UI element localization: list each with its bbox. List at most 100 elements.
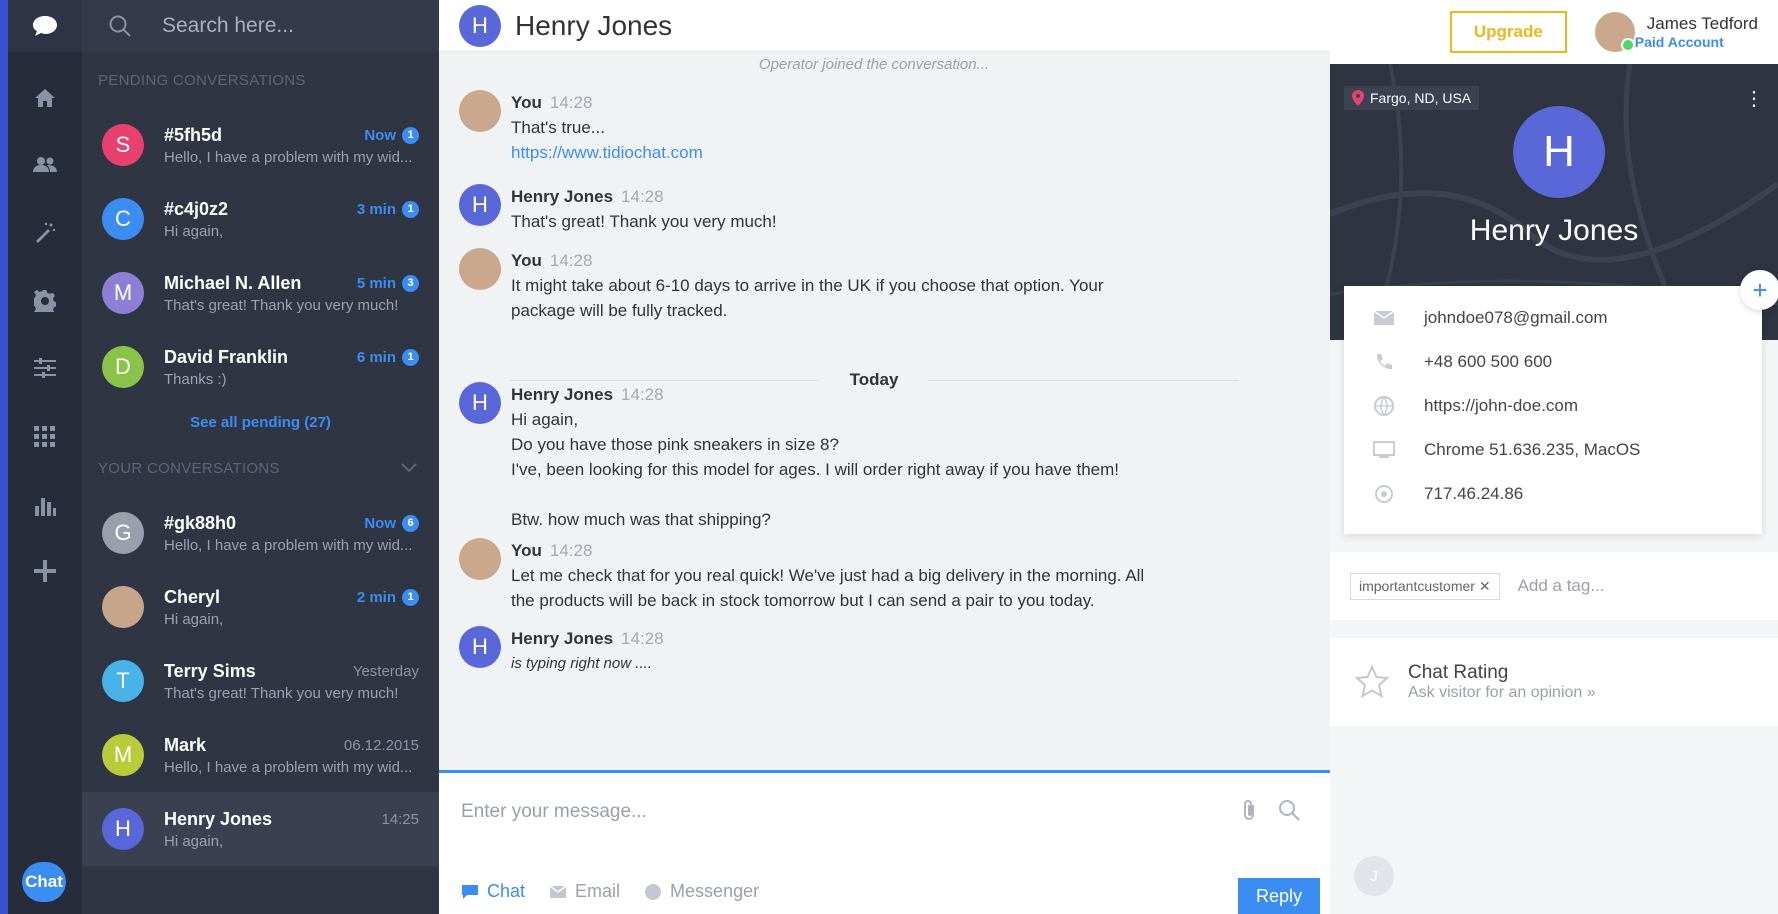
- account-menu[interactable]: James Tedford Paid Account: [1594, 12, 1758, 52]
- unread-count: 1: [402, 126, 419, 144]
- conversation-item[interactable]: S #5fh5d Now 1 Hello, I have a problem wi…: [82, 108, 439, 182]
- avatar-initial: M: [113, 280, 133, 305]
- conversation-preview: Hi again,: [164, 222, 224, 240]
- magic-wand-icon[interactable]: [8, 222, 82, 244]
- user-avatar: [1594, 12, 1635, 52]
- remove-tag-icon[interactable]: ✕: [1479, 578, 1491, 594]
- add-detail-button[interactable]: +: [1740, 270, 1778, 310]
- top-bar: Upgrade James Tedford Paid Account: [1330, 0, 1778, 64]
- conversation-avatar: M: [102, 272, 144, 314]
- message-line: I've, been looking for this model for ag…: [511, 460, 1119, 479]
- channel-switcher: Chat Email Messenger: [461, 881, 759, 902]
- add-icon[interactable]: [8, 560, 82, 582]
- unread-count: 1: [402, 588, 419, 606]
- conversation-preview: That's great! Thank you very much!: [164, 296, 399, 314]
- conversation-item[interactable]: T Terry Sims Yesterday That's great! Tha…: [82, 644, 439, 718]
- tag-chip[interactable]: importantcustomer ✕: [1350, 572, 1500, 600]
- message-time: 14:28: [549, 541, 593, 560]
- message-input[interactable]: Enter your message...: [461, 801, 647, 823]
- chat-bubble-icon: [462, 884, 478, 899]
- message-author: You: [511, 541, 542, 560]
- conversation-preview: Hi again,: [164, 832, 224, 850]
- avatar-initial: H: [472, 390, 488, 415]
- channel-email[interactable]: Email: [549, 881, 620, 902]
- apps-grid-icon[interactable]: [8, 426, 82, 448]
- chat-widget-badge[interactable]: Chat: [22, 862, 66, 902]
- conversation-time-wrap: 14:25: [381, 811, 419, 828]
- unread-count: 1: [402, 200, 419, 218]
- channel-messenger[interactable]: Messenger: [644, 881, 759, 902]
- message-line: That's true...: [511, 118, 605, 137]
- conversation-item[interactable]: D David Franklin 6 min 1 Thanks :): [82, 330, 439, 404]
- conversation-time: 06.12.2015: [343, 736, 419, 754]
- message-composer[interactable]: Enter your message... Chat Email Messeng…: [439, 770, 1330, 914]
- avatar-initial: D: [115, 354, 131, 379]
- detail-phone: +48 600 500 600: [1344, 340, 1762, 384]
- message-line: It might take about 6-10 days to arrive …: [511, 276, 1104, 295]
- chat-rating[interactable]: Chat Rating Ask visitor for an opinion »: [1330, 638, 1778, 726]
- home-icon[interactable]: [8, 88, 82, 108]
- see-all-pending-link[interactable]: See all pending (27): [82, 404, 439, 440]
- gear-icon[interactable]: [8, 290, 82, 312]
- chat-header: H Henry Jones: [439, 0, 1330, 52]
- globe-icon: [1372, 394, 1396, 418]
- message: You 14:28 Let me check that for you real …: [459, 538, 1144, 613]
- conversation-name: #5fh5d: [164, 124, 223, 145]
- chevron-down-icon[interactable]: [401, 463, 417, 473]
- date-divider: Today: [479, 370, 1269, 390]
- chat-rating-title: Chat Rating: [1408, 662, 1509, 683]
- detail-browser-value: Chrome 51.636.235, MacOS: [1424, 440, 1641, 459]
- conversation-time: 6 min: [356, 348, 396, 366]
- channel-chat[interactable]: Chat: [461, 881, 525, 902]
- agent-avatar: [459, 538, 501, 580]
- conversation-avatar: G: [102, 512, 144, 554]
- tag-label: importantcustomer: [1359, 577, 1475, 594]
- conversation-item[interactable]: H Henry Jones 14:25 Hi again,: [82, 792, 439, 866]
- ask-opinion-link[interactable]: Ask visitor for an opinion »: [1408, 684, 1596, 702]
- avatar-initial: H: [472, 192, 488, 217]
- visitor-name: Henry Jones: [1469, 214, 1639, 247]
- chat-logo-icon[interactable]: [8, 0, 82, 52]
- conversation-item[interactable]: M Mark 06.12.2015 Hello, I have a proble…: [82, 718, 439, 792]
- sliders-icon[interactable]: [8, 358, 82, 378]
- conversation-item[interactable]: Cheryl 2 min 1 Hi again,: [82, 570, 439, 644]
- conversation-item[interactable]: M Michael N. Allen 5 min 3 That's great! …: [82, 256, 439, 330]
- message-line: Btw. how much was that shipping?: [511, 510, 771, 529]
- paperclip-icon[interactable]: [1242, 799, 1256, 821]
- search-icon: [109, 15, 131, 37]
- message-link[interactable]: https://www.tidiochat.com: [511, 140, 703, 165]
- chat-panel: H Henry Jones Operator joined the conver…: [439, 0, 1330, 914]
- conversation-item[interactable]: C #c4j0z2 3 min 1 Hi again,: [82, 182, 439, 256]
- envelope-icon: [549, 884, 567, 898]
- conversation-name: #c4j0z2: [164, 198, 229, 219]
- conversation-avatar: M: [102, 734, 144, 776]
- reply-button[interactable]: Reply: [1238, 878, 1320, 914]
- visitor-details-card: + johndoe078@gmail.com +48 600 500 600 h…: [1344, 270, 1778, 534]
- upgrade-button[interactable]: Upgrade: [1449, 11, 1567, 53]
- search-bar[interactable]: Search here...: [82, 0, 439, 52]
- users-icon[interactable]: [8, 156, 82, 172]
- conversation-time: Yesterday: [352, 662, 419, 680]
- search-input[interactable]: Search here...: [162, 14, 294, 38]
- user-name: James Tedford: [1646, 14, 1758, 33]
- channel-messenger-label: Messenger: [670, 881, 760, 901]
- visitor-avatar-small: H: [459, 184, 501, 226]
- your-conversations-header[interactable]: YOUR CONVERSATIONS: [82, 440, 439, 496]
- channel-email-label: Email: [575, 881, 621, 901]
- message: H Henry Jones 14:28 That's great! Thank y…: [459, 184, 777, 234]
- message-line: the products will be back in stock tomor…: [511, 591, 1095, 610]
- conversation-item[interactable]: G #gk88h0 Now 6 Hello, I have a problem w…: [82, 496, 439, 570]
- visitor-location: Fargo, ND, USA: [1344, 86, 1480, 110]
- search-icon[interactable]: [1278, 799, 1300, 821]
- avatar-initial: C: [115, 206, 131, 231]
- conversation-preview: Hi again,: [164, 610, 224, 628]
- system-message: Operator joined the conversation...: [758, 56, 990, 73]
- star-icon: [1354, 664, 1390, 699]
- detail-phone-value: +48 600 500 600: [1424, 352, 1553, 371]
- conversation-time-wrap: Now 6: [364, 514, 419, 532]
- add-tag-input[interactable]: Add a tag...: [1518, 576, 1605, 596]
- more-options-icon[interactable]: ⋮: [1744, 86, 1764, 111]
- message-time: 14:28: [621, 629, 664, 648]
- map-pin-icon: [1352, 90, 1364, 106]
- stats-icon[interactable]: [8, 494, 82, 516]
